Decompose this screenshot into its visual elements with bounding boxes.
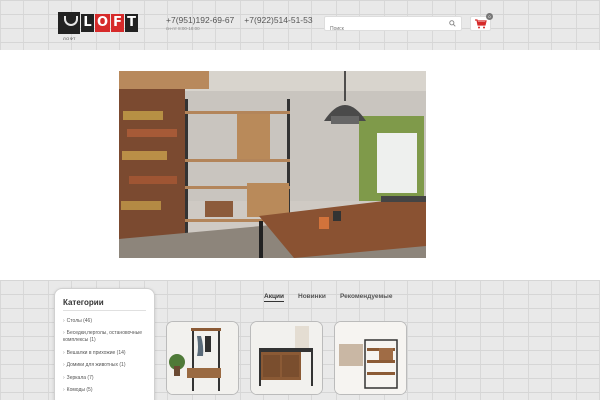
categories-divider	[63, 310, 146, 311]
phone-number-2[interactable]: +7(922)514-51-53	[244, 15, 312, 25]
phone-number-1[interactable]: +7(951)192-69-67	[166, 15, 234, 25]
category-item[interactable]: Комоды (5)	[63, 387, 153, 394]
product-card[interactable]	[334, 321, 407, 395]
phone-numbers: +7(951)192-69-67 +7(922)514-51-53	[166, 15, 313, 25]
logo[interactable]: L O F T ЛОФТ	[58, 12, 139, 41]
cart-button[interactable]: 0	[470, 13, 493, 31]
product-image	[251, 322, 322, 394]
logo-letter: L	[81, 14, 94, 32]
category-item[interactable]: Беседки,перголы, остановочные комплексы …	[63, 330, 153, 344]
category-item[interactable]: Домики для животных (1)	[63, 362, 153, 369]
logo-subtitle: ЛОФТ	[63, 36, 76, 41]
site-header: L O F T ЛОФТ +7(951)192-69-67 +7(922)514…	[0, 0, 600, 50]
product-card[interactable]	[166, 321, 239, 395]
tab-sales[interactable]: Акции	[264, 293, 284, 302]
category-item[interactable]: Столы (46)	[63, 318, 153, 325]
logo-letter: F	[111, 14, 125, 32]
categories-title: Категории	[63, 298, 104, 307]
search-icon[interactable]	[449, 20, 456, 27]
category-item[interactable]: Вешалки в прихожие (14)	[63, 350, 153, 357]
logo-letter: O	[95, 14, 111, 32]
logo-letter: T	[125, 14, 139, 32]
hero-banner-image[interactable]	[119, 71, 426, 258]
product-image	[167, 322, 238, 394]
cart-count-badge: 0	[486, 13, 493, 20]
main-content	[0, 50, 600, 280]
logo-emblem-icon	[58, 12, 80, 34]
working-hours: пн-пт 8:00-18:00	[166, 26, 200, 31]
category-item[interactable]: Зеркала (7)	[63, 375, 153, 382]
tab-recommended[interactable]: Рекомендуемые	[340, 293, 392, 300]
product-image	[335, 322, 406, 394]
product-card[interactable]	[250, 321, 323, 395]
search-box	[324, 16, 462, 36]
categories-panel: Категории Столы (46) Беседки,перголы, ос…	[54, 288, 155, 400]
tab-new[interactable]: Новинки	[298, 293, 326, 300]
hero-interior-illustration	[119, 71, 426, 258]
cart-icon	[475, 19, 487, 29]
search-input[interactable]	[325, 22, 443, 36]
